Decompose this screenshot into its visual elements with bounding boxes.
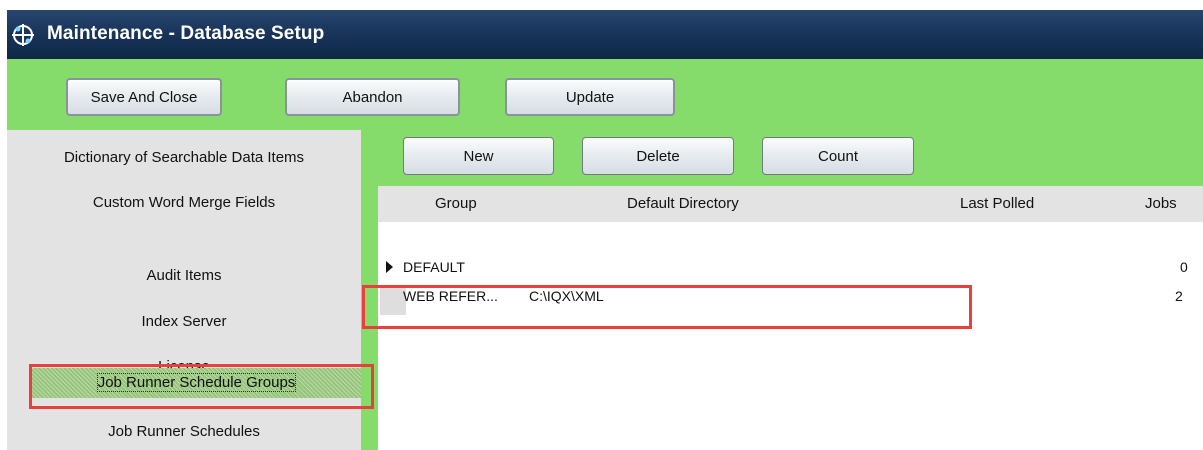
current-row-arrow-icon: [386, 261, 393, 273]
delete-button[interactable]: Delete: [582, 137, 734, 175]
update-button[interactable]: Update: [505, 78, 675, 116]
nav-item-job-runner-schedules[interactable]: Job Runner Schedules: [7, 423, 361, 440]
nav-item-dictionary[interactable]: Dictionary of Searchable Data Items: [7, 149, 361, 166]
count-button[interactable]: Count: [762, 137, 914, 175]
cell-jobs: 2: [1175, 288, 1183, 304]
abandon-button[interactable]: Abandon: [285, 78, 460, 116]
nav-item-audit-items[interactable]: Audit Items: [7, 267, 361, 284]
cell-jobs: 0: [1180, 259, 1188, 275]
column-header-group[interactable]: Group: [435, 195, 477, 212]
column-header-jobs[interactable]: Jobs: [1145, 195, 1177, 212]
column-header-default-directory[interactable]: Default Directory: [627, 195, 739, 212]
table-row[interactable]: DEFAULT 0: [378, 253, 1203, 283]
nav-item-index-server[interactable]: Index Server: [7, 313, 361, 330]
cell-group: DEFAULT: [403, 259, 465, 275]
new-button[interactable]: New: [403, 137, 554, 175]
window-title: Maintenance - Database Setup: [47, 23, 325, 44]
app-network-icon: [12, 24, 34, 46]
highlight-box-nav: [29, 364, 374, 409]
save-and-close-button[interactable]: Save And Close: [66, 78, 222, 116]
grid-header: [378, 186, 1203, 222]
nav-item-custom-word-merge-fields[interactable]: Custom Word Merge Fields: [7, 194, 361, 211]
column-header-last-polled[interactable]: Last Polled: [960, 195, 1034, 212]
highlight-box-row: [362, 285, 972, 329]
title-bar: Maintenance - Database Setup: [7, 10, 1203, 59]
